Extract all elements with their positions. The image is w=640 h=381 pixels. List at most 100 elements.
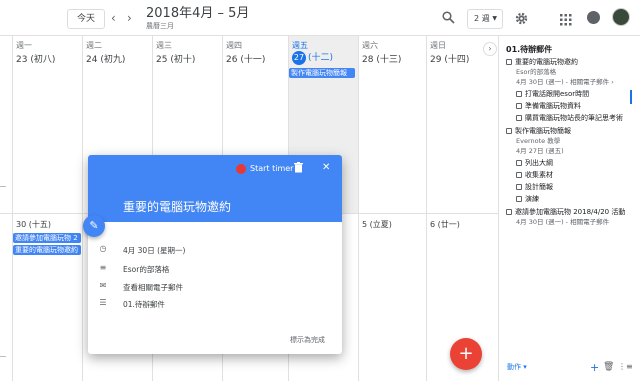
- task-label: 收集素材: [525, 171, 553, 179]
- more-icon[interactable]: ⋮≡: [618, 362, 633, 371]
- day-header-thu[interactable]: 週四 26 (十一): [222, 36, 288, 68]
- day-date: 25 (初十): [156, 55, 196, 65]
- subtask-item[interactable]: 設計簡報: [516, 183, 553, 192]
- checkbox[interactable]: [516, 103, 522, 109]
- checkbox[interactable]: [516, 115, 522, 121]
- day-header-fri[interactable]: 週五 27 (十二): [288, 36, 358, 68]
- top-bar: 今天 ‹ › 2018年4月 – 5月 農曆三月 2 週 ▼: [0, 0, 640, 36]
- day-column-sat[interactable]: [358, 36, 426, 381]
- day-column-sun[interactable]: [426, 36, 498, 381]
- checkbox[interactable]: [506, 59, 512, 65]
- actions-menu[interactable]: 動作 ▾: [507, 362, 527, 372]
- date-range-title: 2018年4月 – 5月: [146, 6, 250, 21]
- event-chip[interactable]: 邀請參加電腦玩物 2: [13, 233, 81, 243]
- task-label: 列出大綱: [525, 159, 553, 167]
- subtask-item[interactable]: 購買電腦玩物站長的筆記思考術: [516, 114, 623, 123]
- mark-complete-button[interactable]: 標示為完成: [290, 335, 325, 345]
- day-date[interactable]: 6 (廿一): [430, 219, 460, 230]
- task-item[interactable]: 製作電腦玩物簡報: [506, 127, 571, 136]
- view-selector-label: 2 週: [474, 14, 490, 23]
- task-label: 購買電腦玩物站長的筆記思考術: [525, 114, 623, 122]
- gutter-tick: [0, 186, 6, 187]
- checkbox[interactable]: [506, 209, 512, 215]
- day-date: 23 (初八): [16, 55, 56, 65]
- email-icon: ✉: [99, 281, 107, 290]
- tasks-panel: › 01.待辦郵件 重要的電腦玩物邀約 Esor的部落格 4月 30日 (週一)…: [483, 36, 640, 381]
- gear-icon[interactable]: [515, 10, 528, 29]
- day-date: 26 (十一): [226, 55, 266, 65]
- task-label: 設計簡報: [525, 183, 553, 191]
- checkbox[interactable]: [506, 128, 512, 134]
- event-date: 4月 30日 (星期一): [123, 246, 186, 255]
- notifications-icon[interactable]: [587, 11, 600, 24]
- day-header-sat[interactable]: 週六 28 (十三): [358, 36, 426, 68]
- task-meta: 4月 27日 (週五): [516, 147, 564, 155]
- day-header-wed[interactable]: 週三 25 (初十): [152, 36, 222, 68]
- task-list-name: 01.待辦郵件: [123, 300, 165, 309]
- task-label: 準備電腦玩物資料: [525, 102, 581, 110]
- task-label: 重要的電腦玩物邀約: [515, 58, 578, 66]
- task-notes: Evernote 教學: [516, 137, 561, 145]
- subtask-item[interactable]: 列出大綱: [516, 159, 553, 168]
- day-name: 週日: [430, 41, 446, 50]
- task-label: 演練: [525, 195, 539, 203]
- day-column-mon[interactable]: [12, 36, 82, 381]
- start-timer-button[interactable]: Start timer: [250, 164, 293, 173]
- add-task-icon[interactable]: +: [590, 361, 599, 374]
- day-date: 27 (十二): [292, 50, 333, 65]
- avatar[interactable]: [612, 8, 630, 26]
- subtask-item[interactable]: 準備電腦玩物資料: [516, 102, 581, 111]
- edit-pencil-icon[interactable]: ✎: [83, 215, 105, 237]
- search-icon[interactable]: [442, 9, 455, 28]
- subtask-item[interactable]: 收集素材: [516, 171, 553, 180]
- delete-icon[interactable]: [294, 162, 303, 176]
- create-button[interactable]: +: [450, 338, 482, 370]
- checkbox[interactable]: [516, 160, 522, 166]
- selection-indicator: [630, 90, 632, 104]
- gutter-tick: [0, 356, 6, 357]
- task-label: 邀請參加電腦玩物 2018/4/20 活動: [515, 208, 626, 216]
- view-selector[interactable]: 2 週 ▼: [467, 9, 503, 29]
- view-email-link[interactable]: 查看相關電子郵件: [123, 282, 183, 293]
- subtask-item[interactable]: 打電話跟開esor時間: [516, 90, 589, 99]
- chevron-right-icon[interactable]: ›: [127, 10, 132, 26]
- day-date: 29 (十四): [430, 55, 470, 65]
- clock-icon: ◷: [99, 244, 107, 253]
- close-icon[interactable]: ✕: [322, 162, 330, 173]
- lunar-date: (十二): [308, 53, 334, 63]
- subtask-item[interactable]: 演練: [516, 195, 539, 204]
- notes-icon: ≡: [99, 263, 107, 272]
- tasks-list-title[interactable]: 01.待辦郵件: [506, 44, 552, 55]
- day-date[interactable]: 30 (十五): [16, 219, 51, 230]
- today-number: 27: [292, 51, 306, 65]
- list-icon: ☰: [99, 298, 107, 307]
- today-button[interactable]: 今天: [67, 9, 105, 29]
- timer-icon[interactable]: [236, 164, 246, 174]
- day-date: 28 (十三): [362, 55, 402, 65]
- checkbox[interactable]: [516, 196, 522, 202]
- checkbox[interactable]: [516, 184, 522, 190]
- trash-icon[interactable]: 🗑: [603, 362, 614, 372]
- day-header-tue[interactable]: 週二 24 (初九): [82, 36, 152, 68]
- task-meta[interactable]: 4月 30日 (週一) - 相關電子郵件: [516, 218, 609, 226]
- lunar-month-label: 農曆三月: [146, 22, 174, 30]
- checkbox[interactable]: [516, 91, 522, 97]
- day-name: 週一: [16, 41, 32, 50]
- task-meta[interactable]: 4月 30日 (週一) - 相關電子郵件 ›: [516, 78, 614, 86]
- event-detail-popup: Start timer ✕ 重要的電腦玩物邀約 ✎ ◷ 4月 30日 (星期一)…: [83, 155, 342, 354]
- apps-grid-icon[interactable]: [560, 11, 572, 30]
- caret-down-icon: ▼: [492, 15, 497, 22]
- popup-header: Start timer ✕ 重要的電腦玩物邀約: [88, 155, 342, 222]
- event-source: Esor的部落格: [123, 265, 170, 274]
- day-header-mon[interactable]: 週一 23 (初八): [12, 36, 82, 68]
- day-date[interactable]: 5 (立夏): [362, 219, 392, 230]
- task-item[interactable]: 邀請參加電腦玩物 2018/4/20 活動: [506, 208, 625, 217]
- event-chip[interactable]: 製作電腦玩物簡報: [289, 68, 355, 78]
- day-name: 週三: [156, 41, 172, 50]
- day-date: 24 (初九): [86, 55, 126, 65]
- chevron-left-icon[interactable]: ‹: [111, 10, 116, 26]
- checkbox[interactable]: [516, 172, 522, 178]
- event-chip[interactable]: 重要的電腦玩物邀約: [13, 245, 81, 255]
- task-item[interactable]: 重要的電腦玩物邀約: [506, 58, 578, 67]
- chevron-right-icon[interactable]: ›: [483, 42, 497, 56]
